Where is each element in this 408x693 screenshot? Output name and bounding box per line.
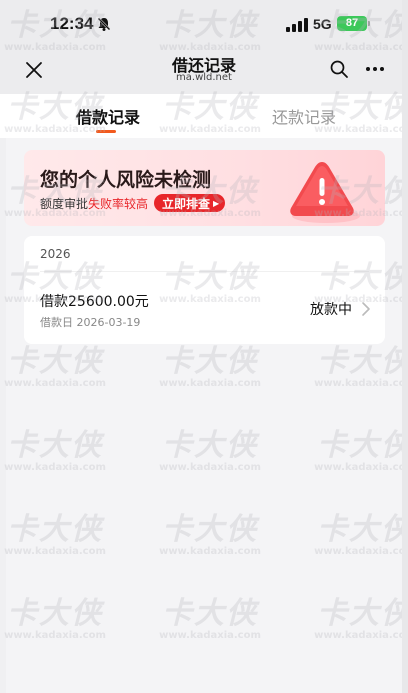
- risk-banner-title: 您的个人风险未检测: [40, 169, 212, 191]
- bell-off-icon: [97, 17, 111, 31]
- tab-borrow-records[interactable]: 借款记录: [76, 104, 140, 128]
- watermark: 卡大侠 www.kadaxia.com: [4, 428, 106, 474]
- loan-year: 2026: [40, 247, 71, 261]
- watermark: 卡大侠 www.kadaxia.com: [159, 344, 261, 390]
- network-type: 5G: [313, 16, 332, 32]
- active-tab-indicator: [96, 130, 116, 133]
- risk-banner-subtitle: 额度审批 失败率较高 立即排查 ▶: [40, 194, 226, 212]
- risk-subtitle-prefix: 额度审批: [40, 196, 89, 211]
- nav-bar: 借还记录 ma.wld.net: [0, 50, 408, 94]
- watermark: 卡大侠 www.kadaxia.com: [159, 512, 261, 558]
- play-arrow-icon: ▶: [213, 198, 220, 208]
- record-tabs: 借款记录 还款记录: [0, 94, 408, 138]
- watermark: 卡大侠 www.kadaxia.com: [4, 344, 106, 390]
- status-bar: 12:34 5G 87: [0, 0, 408, 50]
- loan-date: 借款日 2026-03-19: [40, 316, 141, 329]
- watermark: 卡大侠 www.kadaxia.com: [314, 344, 408, 390]
- battery-icon: 87: [337, 16, 370, 31]
- signal-icon: [286, 18, 308, 32]
- search-icon[interactable]: [329, 59, 349, 79]
- status-time: 12:34: [50, 14, 94, 33]
- watermark: 卡大侠 www.kadaxia.com: [4, 596, 106, 642]
- risk-subtitle-highlight: 失败率较高: [88, 196, 149, 211]
- divider: [40, 271, 369, 272]
- more-icon[interactable]: [364, 59, 386, 79]
- chevron-right-icon: [362, 302, 370, 316]
- warning-triangle-icon: [290, 162, 360, 223]
- loan-status: 放款中: [310, 302, 352, 318]
- screen-edge-right: [402, 0, 408, 693]
- loan-amount: 借款25600.00元: [40, 294, 149, 310]
- watermark: 卡大侠 www.kadaxia.com: [314, 512, 408, 558]
- check-now-button[interactable]: 立即排查 ▶: [154, 194, 226, 212]
- watermark: 卡大侠 www.kadaxia.com: [159, 428, 261, 474]
- watermark: 卡大侠 www.kadaxia.com: [314, 596, 408, 642]
- watermark: 卡大侠 www.kadaxia.com: [159, 596, 261, 642]
- watermark: 卡大侠 www.kadaxia.com: [4, 512, 106, 558]
- watermark: 卡大侠 www.kadaxia.com: [314, 428, 408, 474]
- check-now-label: 立即排查: [162, 196, 211, 211]
- tab-repay-records[interactable]: 还款记录: [272, 104, 336, 128]
- risk-check-banner[interactable]: 您的个人风险未检测 额度审批 失败率较高 立即排查 ▶: [24, 150, 385, 226]
- battery-level: 87: [345, 17, 359, 29]
- loan-record-card[interactable]: 2026 借款25600.00元 借款日 2026-03-19 放款中: [24, 236, 385, 344]
